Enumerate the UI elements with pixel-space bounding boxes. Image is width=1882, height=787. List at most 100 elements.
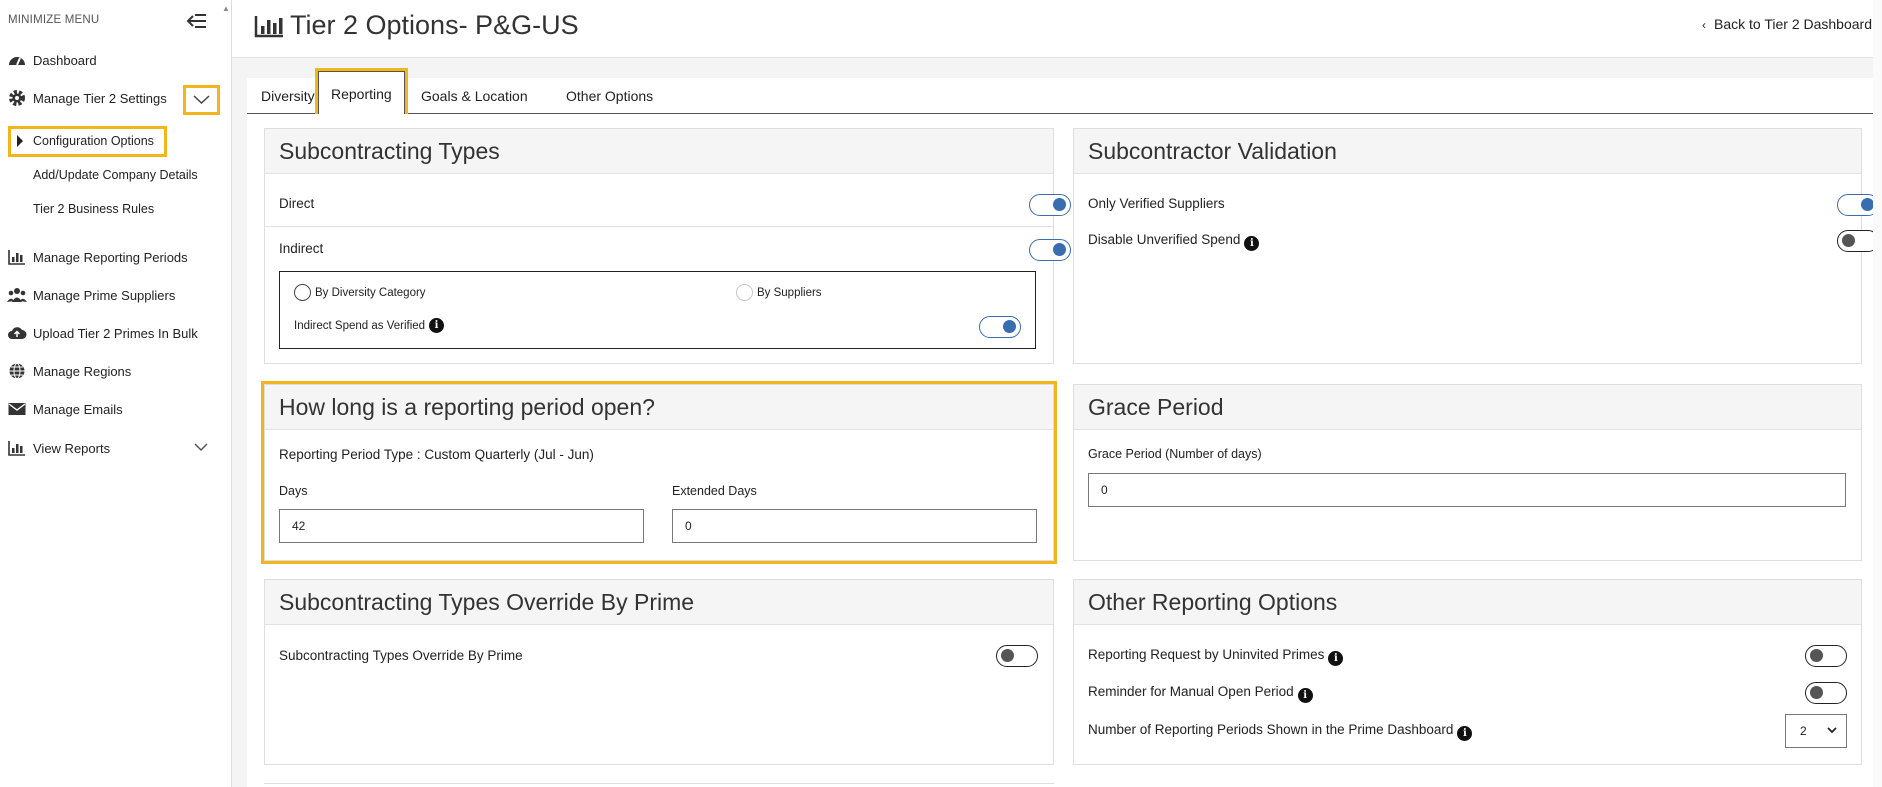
radio-label: By Diversity Category: [315, 286, 426, 299]
sidebar-subitem-label: Configuration Options: [33, 134, 154, 148]
sidebar-item-label: Dashboard: [33, 52, 97, 68]
uninvited-primes-label: Reporting Request by Uninvited Primes i: [1088, 647, 1344, 666]
grace-period-card: Grace Period Grace Period (Number of day…: [1073, 384, 1862, 561]
page-title-text: Tier 2 Options- P&G-US: [290, 10, 579, 40]
grace-period-input[interactable]: 0: [1088, 473, 1846, 507]
indirect-verified-label: Indirect Spend as Verified i: [294, 318, 445, 333]
subcontracting-types-card: Subcontracting Types Direct Indirect By …: [264, 128, 1071, 364]
sidebar-item-label: Manage Tier 2 Settings: [33, 90, 167, 106]
sidebar-item-label: Manage Prime Suppliers: [33, 287, 176, 303]
collapse-menu-icon[interactable]: [186, 12, 208, 30]
direct-toggle[interactable]: [1029, 194, 1071, 216]
next-card-edge: [264, 783, 1054, 787]
reminder-label: Reminder for Manual Open Period i: [1088, 684, 1313, 703]
bar-chart-icon: [6, 438, 28, 458]
gear-icon: [6, 88, 28, 108]
other-reporting-options-card: Other Reporting Options Reporting Reques…: [1073, 579, 1862, 765]
card-title: Subcontracting Types Override By Prime: [265, 580, 1053, 625]
speedometer-icon: [6, 50, 28, 70]
sidebar-subitem-configuration-options[interactable]: Configuration Options: [8, 126, 167, 157]
users-icon: [6, 285, 28, 305]
sidebar-subitem-add-update-company-details[interactable]: Add/Update Company Details: [33, 168, 198, 182]
radio-circle[interactable]: [736, 284, 753, 301]
chevron-left-icon: ‹: [1702, 18, 1707, 32]
reminder-toggle[interactable]: [1805, 682, 1847, 704]
scroll-up-arrow-icon[interactable]: ▲: [222, 4, 230, 13]
radio-by-suppliers[interactable]: By Suppliers: [736, 284, 822, 301]
reporting-period-type: Reporting Period Type : Custom Quarterly…: [279, 447, 594, 462]
chevron-down-icon[interactable]: [183, 85, 220, 115]
info-icon[interactable]: i: [1297, 688, 1313, 703]
override-toggle[interactable]: [996, 645, 1038, 667]
tab-diversity[interactable]: Diversity: [247, 78, 329, 114]
globe-icon: [6, 361, 28, 381]
card-title: Subcontracting Types: [265, 129, 1053, 174]
reporting-period-card: How long is a reporting period open? Rep…: [261, 381, 1057, 564]
back-to-dashboard-link[interactable]: ‹ Back to Tier 2 Dashboard: [1702, 16, 1872, 32]
only-verified-label: Only Verified Suppliers: [1088, 196, 1225, 211]
bar-chart-icon: [6, 247, 28, 267]
uninvited-primes-toggle[interactable]: [1805, 645, 1847, 667]
page-header: Tier 2 Options- P&G-US ‹ Back to Tier 2 D…: [232, 0, 1882, 58]
minimize-menu-label[interactable]: MINIMIZE MENU: [8, 14, 99, 26]
uninvited-primes-text: Reporting Request by Uninvited Primes: [1088, 647, 1325, 662]
extended-days-input[interactable]: 0: [672, 509, 1037, 543]
info-icon[interactable]: i: [1244, 236, 1260, 251]
subcontractor-validation-card: Subcontractor Validation Only Verified S…: [1073, 128, 1879, 364]
indirect-toggle[interactable]: [1029, 239, 1071, 261]
divider: [265, 226, 1053, 227]
disable-unverified-text: Disable Unverified Spend: [1088, 232, 1241, 247]
back-link-label: Back to Tier 2 Dashboard: [1714, 16, 1872, 32]
indirect-verified-toggle[interactable]: [979, 316, 1021, 338]
radio-circle[interactable]: [294, 284, 311, 301]
tab-other-options[interactable]: Other Options: [552, 78, 667, 114]
periods-shown-select[interactable]: 2: [1785, 714, 1847, 748]
sidebar-item-manage-emails[interactable]: Manage Emails: [0, 397, 232, 421]
sidebar-item-manage-reporting-periods[interactable]: Manage Reporting Periods: [0, 245, 232, 269]
sidebar-subitem-tier2-business-rules[interactable]: Tier 2 Business Rules: [33, 202, 154, 216]
info-icon[interactable]: i: [429, 318, 445, 333]
indirect-verified-text: Indirect Spend as Verified: [294, 319, 426, 332]
sidebar-item-dashboard[interactable]: Dashboard: [0, 48, 232, 72]
main-content: Tier 2 Options- P&G-US ‹ Back to Tier 2 D…: [232, 0, 1882, 787]
grace-period-label: Grace Period (Number of days): [1088, 447, 1262, 461]
override-label: Subcontracting Types Override By Prime: [279, 648, 523, 663]
cloud-upload-icon: [6, 323, 28, 343]
days-input[interactable]: 42: [279, 509, 644, 543]
indirect-options-box: By Diversity Category By Suppliers Indir…: [279, 271, 1036, 349]
info-icon[interactable]: i: [1457, 726, 1473, 741]
chevron-down-icon: [1826, 715, 1838, 759]
info-icon[interactable]: i: [1328, 651, 1344, 666]
tab-reporting[interactable]: Reporting: [315, 68, 408, 118]
extended-days-label: Extended Days: [672, 484, 757, 498]
radio-label: By Suppliers: [757, 286, 822, 299]
chevron-down-icon[interactable]: [193, 439, 209, 458]
card-title: How long is a reporting period open?: [265, 385, 1053, 430]
override-card: Subcontracting Types Override By Prime S…: [264, 579, 1054, 765]
envelope-icon: [6, 399, 28, 419]
sidebar-item-label: View Reports: [33, 440, 111, 456]
indirect-label: Indirect: [279, 241, 324, 256]
periods-shown-text: Number of Reporting Periods Shown in the…: [1088, 722, 1454, 737]
card-title: Subcontractor Validation: [1074, 129, 1861, 174]
select-value: 2: [1800, 724, 1807, 738]
scrollbar-track[interactable]: [1873, 0, 1882, 787]
card-title: Other Reporting Options: [1074, 580, 1861, 625]
sidebar-item-manage-regions[interactable]: Manage Regions: [0, 359, 232, 383]
periods-shown-label: Number of Reporting Periods Shown in the…: [1088, 722, 1473, 741]
radio-by-diversity-category[interactable]: By Diversity Category: [294, 284, 426, 301]
sidebar-item-label: Manage Emails: [33, 401, 123, 417]
sidebar-item-label: Upload Tier 2 Primes In Bulk: [33, 325, 198, 341]
direct-label: Direct: [279, 196, 315, 211]
disable-unverified-label: Disable Unverified Spend i: [1088, 232, 1260, 251]
days-label: Days: [279, 484, 308, 498]
sidebar-item-upload-tier2-primes[interactable]: Upload Tier 2 Primes In Bulk: [0, 321, 232, 345]
caret-right-icon: [17, 135, 23, 147]
sidebar-item-label: Manage Regions: [33, 363, 132, 379]
bar-chart-icon: [254, 14, 284, 38]
reminder-text: Reminder for Manual Open Period: [1088, 684, 1294, 699]
sidebar-item-manage-prime-suppliers[interactable]: Manage Prime Suppliers: [0, 283, 232, 307]
card-title: Grace Period: [1074, 385, 1861, 430]
sidebar-item-view-reports[interactable]: View Reports: [0, 436, 232, 460]
tab-goals-location[interactable]: Goals & Location: [407, 78, 542, 114]
